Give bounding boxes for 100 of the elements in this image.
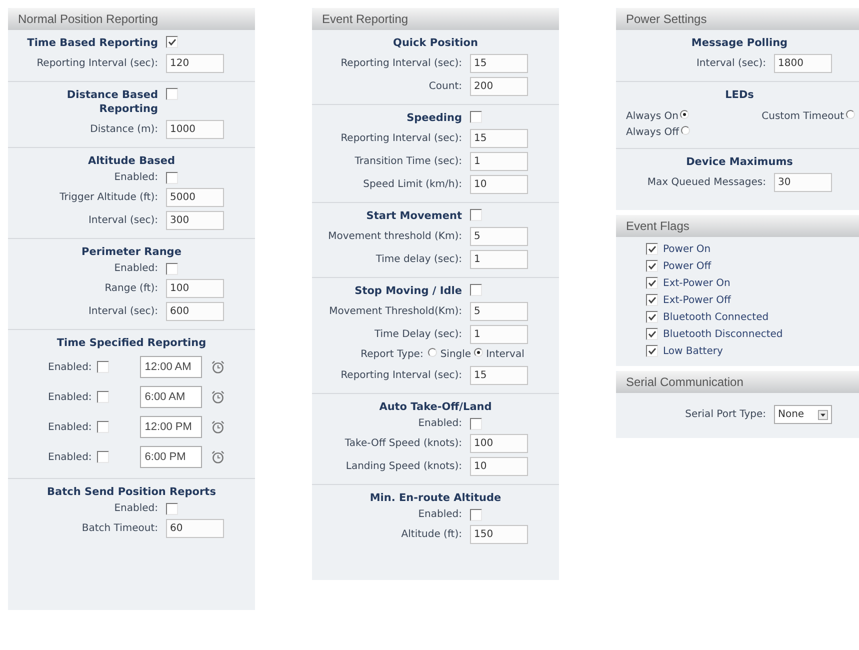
checkbox[interactable] (646, 311, 658, 323)
input-field[interactable]: 600 (166, 302, 224, 321)
option-label: Interval (486, 348, 524, 362)
checkbox[interactable] (646, 345, 658, 357)
radio-button[interactable] (428, 348, 438, 357)
input-field[interactable]: 5 (470, 302, 528, 321)
input-field[interactable]: 1800 (774, 54, 832, 73)
field-label: Enabled: (113, 263, 158, 275)
time-field[interactable]: 6:00 PM (140, 446, 202, 468)
radio-button[interactable] (681, 126, 690, 135)
field-label: Movement threshold (Km): (327, 230, 462, 242)
checkbox[interactable] (166, 503, 178, 515)
field-label: Serial Port Type: (684, 408, 766, 420)
field-label: Enabled: (48, 362, 92, 372)
field-label: Landing Speed (knots): (344, 460, 462, 472)
section-heading: LEDs (725, 88, 754, 102)
checkbox[interactable] (646, 260, 658, 272)
input-field[interactable]: 300 (166, 211, 224, 230)
section-heading: Altitude Based (88, 154, 176, 168)
field-label: Enabled: (417, 509, 462, 521)
field-label: Altitude (ft): (400, 528, 462, 540)
dropdown[interactable]: None (774, 405, 832, 424)
section-heading: Device Maximums (686, 155, 793, 169)
alarm-clock-icon[interactable] (210, 420, 225, 434)
checkbox[interactable] (646, 328, 658, 340)
radio-button[interactable] (846, 110, 855, 119)
radio-button[interactable] (474, 348, 484, 357)
input-field[interactable]: 10 (470, 175, 528, 194)
field-label: Movement Threshold(Km): (328, 306, 462, 318)
input-field[interactable]: 1 (470, 152, 528, 171)
checkbox[interactable] (470, 418, 482, 430)
section-heading: Speeding (406, 111, 462, 125)
input-field[interactable]: 1 (470, 325, 528, 344)
checkbox[interactable] (646, 277, 658, 289)
checkbox[interactable] (166, 88, 178, 100)
section-heading: Time Specified Reporting (56, 336, 206, 350)
input-field[interactable]: 200 (470, 77, 528, 96)
checkbox[interactable] (166, 263, 178, 275)
time-field[interactable]: 6:00 AM (140, 386, 202, 408)
input-field[interactable]: 1000 (166, 120, 224, 139)
section-heading: Quick Position (393, 36, 478, 50)
input-field[interactable]: 150 (470, 525, 528, 544)
field-label: Speed Limit (km/h): (362, 178, 462, 190)
flag-label: Bluetooth Disconnected (663, 328, 783, 341)
field-label: Enabled: (113, 172, 158, 184)
section-heading: Distance Based Reporting (66, 88, 158, 116)
input-field[interactable]: 5000 (166, 188, 224, 207)
checkbox[interactable] (646, 294, 658, 306)
checkbox[interactable] (96, 361, 109, 373)
checkbox[interactable] (166, 172, 178, 184)
section-heading: Perimeter Range (82, 245, 182, 259)
input-field[interactable]: 15 (470, 129, 528, 148)
field-label: Enabled: (113, 503, 158, 515)
input-field[interactable]: 100 (166, 279, 224, 298)
checkbox[interactable] (470, 111, 482, 123)
field-label: Enabled: (48, 392, 92, 402)
field-label: Enabled: (48, 422, 92, 432)
field-label: Report Type: (360, 349, 424, 361)
alarm-clock-icon[interactable] (210, 450, 225, 464)
option-label: Always Off (626, 126, 679, 140)
field-label: Batch Timeout: (80, 522, 158, 534)
field-label: Max Queued Messages: (646, 176, 766, 188)
checkbox[interactable] (96, 451, 109, 463)
panel-header: Power Settings (616, 8, 859, 30)
checkbox[interactable] (96, 391, 109, 403)
field-label: Time Delay (sec): (373, 328, 462, 340)
input-field[interactable]: 100 (470, 434, 528, 453)
flag-label: Power Off (663, 260, 712, 273)
input-field[interactable]: 120 (166, 54, 224, 73)
field-label: Interval (sec): (695, 58, 766, 70)
input-field[interactable]: 15 (470, 366, 528, 385)
checkbox[interactable] (470, 509, 482, 521)
option-label: Custom Timeout (762, 110, 844, 124)
input-field[interactable]: 1 (470, 250, 528, 269)
flag-label: Ext-Power On (663, 277, 730, 290)
checkbox[interactable] (646, 243, 658, 255)
field-label: Distance (m): (89, 124, 158, 136)
checkbox[interactable] (470, 284, 482, 296)
input-field[interactable]: 15 (470, 54, 528, 73)
input-field[interactable]: 10 (470, 457, 528, 476)
field-label: Reporting Interval (sec): (340, 58, 462, 70)
time-field[interactable]: 12:00 AM (140, 356, 202, 378)
field-label: Transition Time (sec): (354, 156, 462, 168)
section-heading: Start Movement (365, 209, 462, 223)
checkbox[interactable] (470, 209, 482, 221)
field-label: Enabled: (48, 452, 92, 462)
time-field[interactable]: 12:00 PM (140, 416, 202, 438)
flag-label: Power On (663, 243, 711, 256)
checkbox[interactable] (166, 36, 178, 48)
input-field[interactable]: 30 (774, 173, 832, 192)
section-heading: Batch Send Position Reports (47, 485, 216, 499)
panel-header: Event Reporting (312, 8, 559, 30)
alarm-clock-icon[interactable] (210, 390, 225, 404)
alarm-clock-icon[interactable] (210, 360, 225, 374)
field-label: Count: (428, 80, 462, 92)
radio-button[interactable] (680, 110, 690, 119)
field-label: Reporting Interval (sec): (340, 370, 462, 382)
input-field[interactable]: 60 (166, 519, 224, 538)
input-field[interactable]: 5 (470, 227, 528, 246)
checkbox[interactable] (96, 421, 109, 433)
